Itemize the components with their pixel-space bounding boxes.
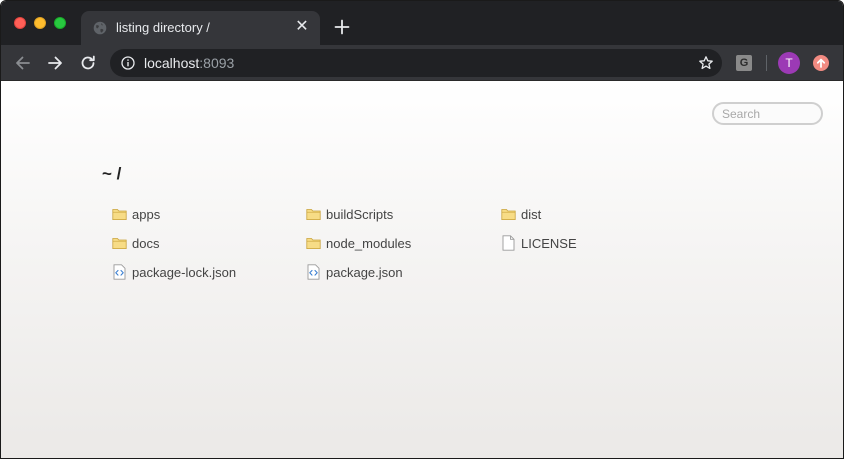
reload-icon[interactable] xyxy=(78,53,98,73)
tab-title: listing directory / xyxy=(116,20,210,35)
file-name[interactable]: apps xyxy=(132,207,160,222)
maximize-window-button[interactable] xyxy=(54,17,66,29)
folder-icon xyxy=(306,238,321,249)
url-port: :8093 xyxy=(199,55,235,71)
file-name[interactable]: LICENSE xyxy=(521,236,577,251)
page-content: ~ / apps buildScripts dist xyxy=(1,82,843,458)
file-name[interactable]: package-lock.json xyxy=(132,265,236,280)
file-entry-node-modules[interactable]: node_modules xyxy=(306,234,411,252)
forward-arrow-icon[interactable] xyxy=(45,53,65,73)
browser-toolbar: localhost:8093 G T xyxy=(1,45,843,81)
folder-icon xyxy=(112,238,127,249)
file-entry-buildscripts[interactable]: buildScripts xyxy=(306,205,393,223)
file-entry-package-lock[interactable]: package-lock.json xyxy=(112,263,236,281)
update-arrow-icon[interactable] xyxy=(812,54,830,72)
code-file-icon xyxy=(307,264,320,280)
close-window-button[interactable] xyxy=(14,17,26,29)
file-name[interactable]: dist xyxy=(521,207,541,222)
back-arrow-icon[interactable] xyxy=(13,53,33,73)
folder-icon xyxy=(112,209,127,220)
extension-g-icon[interactable]: G xyxy=(736,55,752,71)
close-tab-icon[interactable]: ✕ xyxy=(294,19,310,35)
tab-strip: listing directory / ✕ xyxy=(1,1,843,45)
file-name[interactable]: package.json xyxy=(326,265,403,280)
file-entry-license[interactable]: LICENSE xyxy=(501,234,577,252)
file-icon xyxy=(502,235,515,251)
url-host: localhost xyxy=(144,55,200,71)
file-entry-docs[interactable]: docs xyxy=(112,234,159,252)
address-bar[interactable]: localhost:8093 xyxy=(110,49,722,77)
profile-avatar[interactable]: T xyxy=(778,52,800,74)
search-input[interactable] xyxy=(712,102,823,125)
file-entry-package-json[interactable]: package.json xyxy=(306,263,403,281)
bookmark-star-icon[interactable] xyxy=(698,55,714,71)
info-icon[interactable] xyxy=(121,56,135,70)
toolbar-divider xyxy=(766,55,767,71)
file-name[interactable]: docs xyxy=(132,236,159,251)
breadcrumb[interactable]: ~ / xyxy=(102,164,121,184)
url-text[interactable]: localhost:8093 xyxy=(144,55,234,71)
browser-tab[interactable]: listing directory / ✕ xyxy=(81,11,320,45)
folder-icon xyxy=(306,209,321,220)
file-entry-dist[interactable]: dist xyxy=(501,205,541,223)
file-entry-apps[interactable]: apps xyxy=(112,205,160,223)
globe-icon xyxy=(93,21,107,35)
file-name[interactable]: node_modules xyxy=(326,236,411,251)
code-file-icon xyxy=(113,264,126,280)
browser-window: listing directory / ✕ localhost:8093 G T… xyxy=(0,0,844,459)
new-tab-icon[interactable] xyxy=(332,17,352,37)
folder-icon xyxy=(501,209,516,220)
file-name[interactable]: buildScripts xyxy=(326,207,393,222)
minimize-window-button[interactable] xyxy=(34,17,46,29)
